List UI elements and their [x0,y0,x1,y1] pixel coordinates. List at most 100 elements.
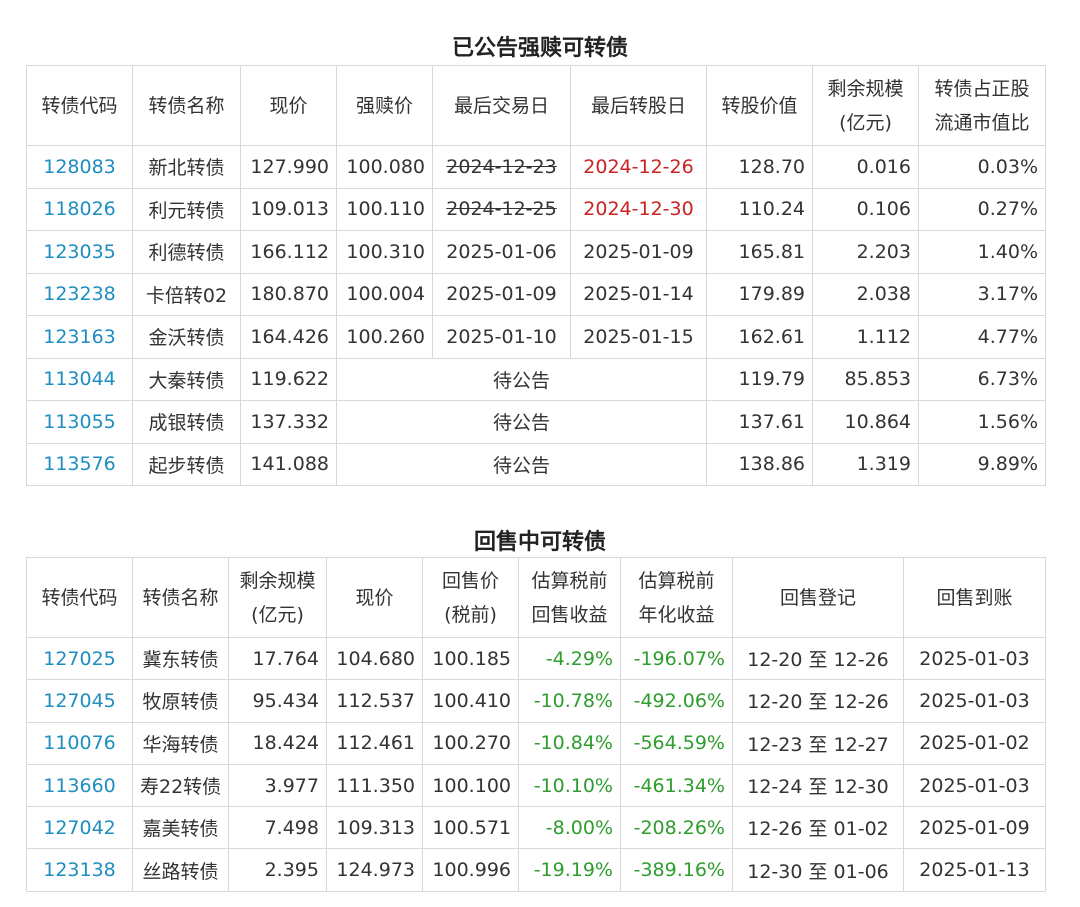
last-convert-date: 2025-01-15 [570,315,707,359]
putback-price: 100.571 [422,806,519,850]
bond-code-link[interactable]: 127045 [26,679,133,723]
bond-code-link[interactable]: 123238 [26,272,133,316]
float-ratio: 1.40% [918,230,1046,274]
bond-code-link[interactable]: 127042 [26,806,133,850]
column-header: 最后交易日 [432,65,571,146]
last-trade-date: 2025-01-09 [432,272,571,316]
settle-date: 2025-01-09 [903,806,1046,850]
column-header: 最后转股日 [570,65,707,146]
bond-name: 大秦转债 [132,357,241,401]
annual-return: -389.16% [620,848,733,892]
putback-return: -4.29% [518,636,621,681]
float-ratio: 6.73% [918,357,1046,401]
remaining-size: 7.498 [228,806,327,850]
putback-price: 100.270 [422,721,519,765]
remaining-size: 1.112 [812,315,919,359]
bond-name: 新北转债 [132,145,241,189]
conversion-value: 137.61 [706,400,813,444]
table-row: 127042 嘉美转债 7.498 109.313 100.571 -8.00% -208.… [26,806,1046,850]
bond-code-link[interactable]: 127025 [26,636,133,681]
redeem-table-title: 已公告强赎可转债 [451,36,628,61]
bond-code-link[interactable]: 113576 [26,442,133,486]
price-cell: 127.990 [240,145,337,189]
bond-code-link[interactable]: 123035 [26,230,133,274]
bond-name: 嘉美转债 [132,806,229,850]
annual-return: -208.26% [620,806,733,850]
bond-name: 寿22转债 [132,763,229,808]
float-ratio: 9.89% [918,442,1046,486]
column-header: 估算税前 年化收益 [620,557,733,638]
float-ratio: 4.77% [918,315,1046,359]
last-convert-date: 2025-01-09 [570,230,707,274]
column-header: 转债占正股 流通市值比 [918,65,1046,146]
conversion-value: 138.86 [706,442,813,486]
table-row: 118026 利元转债 109.013 100.110 2024-12-25 2024-1… [26,187,1046,231]
bond-code-link[interactable]: 113055 [26,400,133,444]
register-period: 12-20 至 12-26 [732,679,904,723]
column-header: 强赎价 [336,65,433,146]
float-ratio: 1.56% [918,400,1046,444]
price-cell: 112.537 [326,679,423,723]
bond-code-link[interactable]: 113044 [26,357,133,401]
bond-code-link[interactable]: 123163 [26,315,133,359]
price-cell: 141.088 [240,442,337,486]
price-cell: 137.332 [240,400,337,444]
bond-name: 牧原转债 [132,679,229,723]
bond-code-link[interactable]: 110076 [26,721,133,765]
float-ratio: 0.03% [918,145,1046,189]
bond-code-link[interactable]: 128083 [26,145,133,189]
redeem-price-cell: 100.110 [336,187,433,231]
table-row: 123163 金沃转债 164.426 100.260 2025-01-10 2025-0… [26,315,1046,359]
pending-cell: 待公告 [336,357,707,401]
table-row: 123138 丝路转债 2.395 124.973 100.996 -19.19% -389… [26,848,1046,892]
column-header: 转债名称 [132,65,241,146]
last-convert-date: 2024-12-30 [570,187,707,231]
putback-return: -19.19% [518,848,621,892]
remaining-size: 2.203 [812,230,919,274]
last-trade-date: 2024-12-23 [432,145,571,189]
table-row: 127025 冀东转债 17.764 104.680 100.185 -4.29% -196… [26,636,1046,681]
column-header: 回售到账 [903,557,1046,638]
price-cell: 164.426 [240,315,337,359]
table-row: 110076 华海转债 18.424 112.461 100.270 -10.84% -56… [26,721,1046,765]
remaining-size: 95.434 [228,679,327,723]
last-trade-date: 2025-01-10 [432,315,571,359]
table-row: 123238 卡倍转02 180.870 100.004 2025-01-09 2025-… [26,272,1046,316]
price-cell: 180.870 [240,272,337,316]
column-header: 估算税前 回售收益 [518,557,621,638]
remaining-size: 2.395 [228,848,327,892]
putback-price: 100.996 [422,848,519,892]
table-row: 127045 牧原转债 95.434 112.537 100.410 -10.78% -49… [26,679,1046,723]
putback-table: 转债代码 转债名称 剩余规模 (亿元) 现价 回售价 (税前) 估算税前 回售收益 估算税前… [26,557,1046,892]
column-header: 剩余规模 (亿元) [228,557,327,638]
last-trade-date: 2024-12-25 [432,187,571,231]
column-header: 转债名称 [132,557,229,638]
remaining-size: 3.977 [228,763,327,808]
float-ratio: 3.17% [918,272,1046,316]
register-period: 12-20 至 12-26 [732,636,904,681]
redeem-table: 转债代码 转债名称 现价 强赎价 最后交易日 最后转股日 转股价值 剩余规模 (亿元) 转债占正… [26,65,1046,486]
table-row: 113055 成银转债 137.332 待公告 137.61 10.864 1.56% [26,400,1046,444]
conversion-value: 110.24 [706,187,813,231]
bond-code-link[interactable]: 118026 [26,187,133,231]
price-cell: 104.680 [326,636,423,681]
float-ratio: 0.27% [918,187,1046,231]
conversion-value: 165.81 [706,230,813,274]
bond-code-link[interactable]: 123138 [26,848,133,892]
last-convert-date: 2025-01-14 [570,272,707,316]
column-header: 转股价值 [706,65,813,146]
settle-date: 2025-01-03 [903,679,1046,723]
price-cell: 109.013 [240,187,337,231]
bond-name: 华海转债 [132,721,229,765]
table-row: 123035 利德转债 166.112 100.310 2025-01-06 2025-0… [26,230,1046,274]
price-cell: 166.112 [240,230,337,274]
bond-name: 利德转债 [132,230,241,274]
bond-code-link[interactable]: 113660 [26,763,133,808]
remaining-size: 85.853 [812,357,919,401]
annual-return: -564.59% [620,721,733,765]
price-cell: 109.313 [326,806,423,850]
putback-return: -10.10% [518,763,621,808]
redeem-price-cell: 100.260 [336,315,433,359]
table-row: 113660 寿22转债 3.977 111.350 100.100 -10.10% -46… [26,763,1046,808]
column-header: 转债代码 [26,65,133,146]
